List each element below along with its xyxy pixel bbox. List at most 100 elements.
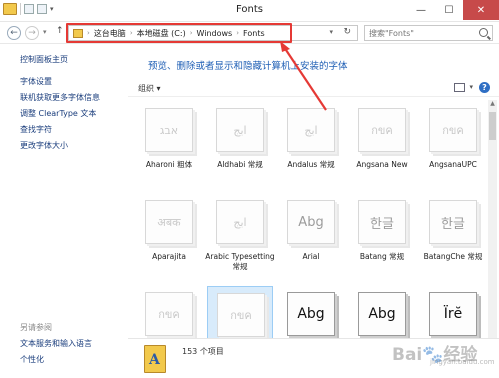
font-sample: Abg	[368, 306, 396, 322]
font-sample: กขค	[371, 124, 393, 137]
font-item[interactable]: Abg Arial	[276, 194, 346, 274]
font-file-icon: กขค	[145, 292, 193, 336]
change-view-icon[interactable]	[454, 83, 465, 92]
font-item[interactable]: 한글 Batang 常规	[347, 194, 417, 274]
chevron-down-icon[interactable]: ▾	[329, 28, 333, 36]
font-sample: Abg	[297, 306, 325, 322]
font-name: Aldhabi 常规	[217, 160, 263, 169]
title-bar: ▾ Fonts — ☐ ✕	[0, 0, 499, 22]
forward-button[interactable]: →	[25, 26, 39, 40]
search-icon[interactable]	[479, 28, 488, 37]
font-name: Angsana New	[356, 160, 408, 169]
font-file-icon: ابج	[287, 108, 335, 152]
font-thumbnail: ابج	[278, 102, 344, 160]
font-thumbnail: Abg	[278, 286, 344, 344]
font-file-icon: 한글	[429, 200, 477, 244]
refresh-icon[interactable]: ↻	[343, 27, 351, 37]
font-thumbnail: กขค	[207, 286, 273, 344]
font-name: Arial	[302, 252, 320, 261]
sidebar-link-text-services[interactable]: 文本服务和输入语言	[20, 338, 92, 349]
font-item[interactable]: 한글 BatangChe 常规	[418, 194, 488, 274]
font-sample: Ïrĕ	[443, 306, 463, 322]
sidebar-link-find-character[interactable]: 查找字符	[20, 124, 52, 135]
font-item[interactable]: กขค Angsana New	[347, 102, 417, 182]
font-file-icon: Abg	[358, 292, 406, 336]
font-thumbnail: Abg	[349, 286, 415, 344]
sidebar-link-personalization[interactable]: 个性化	[20, 354, 44, 365]
font-item[interactable]: กขค AngsanaUPC	[418, 102, 488, 182]
font-thumbnail: 한글	[420, 194, 486, 252]
font-sample: אבג	[159, 123, 179, 137]
font-name: Batang 常规	[359, 252, 405, 261]
font-item[interactable]: ابج Arabic Typesetting 常规	[205, 194, 275, 274]
font-item[interactable]: ابج Andalus 常规	[276, 102, 346, 182]
font-item[interactable]: ابج Aldhabi 常规	[205, 102, 275, 182]
font-thumbnail: 한글	[349, 194, 415, 252]
main-content: 预览、删除或者显示和隐藏计算机上安装的字体 组织 ▾ ▾ ? אבג Aharon…	[128, 44, 499, 378]
font-thumbnail: अबक	[136, 194, 202, 252]
sidebar-link-online-fonts[interactable]: 联机获取更多字体信息	[20, 92, 100, 103]
sidebar-link-cleartype[interactable]: 调整 ClearType 文本	[20, 108, 96, 119]
font-item[interactable]: אבג Aharoni 粗体	[134, 102, 204, 182]
scroll-up-icon[interactable]: ▲	[488, 100, 497, 109]
font-file-icon: אבג	[145, 108, 193, 152]
font-name: Aparajita	[152, 252, 186, 261]
font-sample: 한글	[441, 216, 465, 232]
sidebar-link-font-size[interactable]: 更改字体大小	[20, 140, 68, 151]
font-file-icon: ابج	[216, 108, 264, 152]
font-sample: Abg	[298, 214, 324, 230]
close-button[interactable]: ✕	[463, 0, 499, 20]
window-controls: — ☐ ✕	[407, 0, 499, 20]
address-highlight-box	[66, 23, 292, 43]
font-sample: กขค	[158, 308, 180, 321]
font-file-icon: กขค	[429, 108, 477, 152]
scroll-thumb[interactable]	[489, 112, 496, 140]
back-button[interactable]: ←	[7, 26, 21, 40]
font-file-icon: กขค	[358, 108, 406, 152]
font-name: Andalus 常规	[287, 160, 335, 169]
sidebar-link-font-settings[interactable]: 字体设置	[20, 76, 52, 87]
font-thumbnail: Abg	[278, 194, 344, 252]
item-count: 153 个项目	[182, 347, 224, 356]
font-sample: ابج	[233, 215, 247, 229]
font-thumbnail: ابج	[207, 194, 273, 252]
font-thumbnail: ابج	[207, 102, 273, 160]
font-thumbnail: กขค	[349, 102, 415, 160]
font-sample: 한글	[370, 216, 394, 232]
recent-locations-icon[interactable]: ▾	[43, 28, 47, 36]
search-box[interactable]	[364, 25, 493, 41]
font-file-icon: ابج	[216, 200, 264, 244]
font-sample: अबक	[157, 215, 181, 229]
chevron-down-icon[interactable]: ▾	[469, 83, 473, 91]
font-name: Arabic Typesetting 常规	[205, 252, 275, 271]
font-file-icon: กขค	[217, 293, 265, 337]
maximize-button[interactable]: ☐	[435, 0, 463, 20]
font-file-icon: Abg	[287, 292, 335, 336]
help-icon[interactable]: ?	[479, 82, 490, 93]
font-sample: ابج	[233, 123, 247, 137]
font-thumbnail: Ïrĕ	[420, 286, 486, 344]
sidebar: 控制面板主页 字体设置 联机获取更多字体信息 调整 ClearType 文本 查…	[0, 44, 128, 378]
control-panel-home-link[interactable]: 控制面板主页	[20, 54, 68, 65]
vertical-scrollbar[interactable]: ▲ ▼	[488, 100, 497, 372]
font-name: Aharoni 粗体	[145, 160, 193, 169]
see-also-heading: 另请参阅	[20, 323, 52, 332]
font-sample: กขค	[230, 309, 252, 322]
font-sample: ابج	[304, 123, 318, 137]
font-name: AngsanaUPC	[429, 160, 477, 169]
organize-menu[interactable]: 组织 ▾	[138, 83, 161, 94]
font-file-icon: Abg	[287, 200, 335, 244]
font-name: BatangChe 常规	[423, 252, 483, 261]
font-sample: กขค	[442, 124, 464, 137]
command-bar: 组织 ▾ ▾ ?	[128, 80, 499, 97]
font-item[interactable]: अबक Aparajita	[134, 194, 204, 274]
font-thumbnail: กขค	[136, 286, 202, 344]
font-file-icon: अबक	[145, 200, 193, 244]
font-thumbnail: אבג	[136, 102, 202, 160]
search-input[interactable]	[365, 26, 475, 40]
minimize-button[interactable]: —	[407, 0, 435, 20]
font-file-icon: 한글	[358, 200, 406, 244]
watermark-url: jingyan.baidu.com	[430, 358, 495, 366]
font-thumbnail: กขค	[420, 102, 486, 160]
up-arrow-icon[interactable]: ↑	[56, 26, 64, 36]
